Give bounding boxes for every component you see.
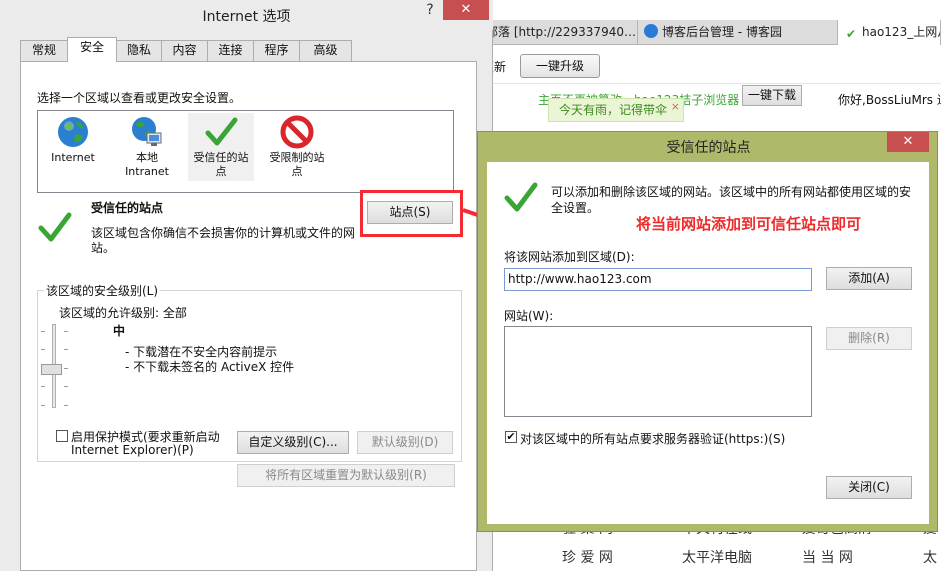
zone-label: Intranet (125, 165, 169, 178)
zone-internet[interactable]: Internet (40, 113, 106, 181)
slider-tick (64, 386, 68, 387)
globe-icon (58, 117, 88, 147)
security-level-legend: 该区域的安全级别(L) (44, 282, 161, 299)
weather-tip-close-icon[interactable]: × (671, 96, 680, 118)
trusted-sites-title[interactable]: 受信任的站点 (478, 137, 939, 157)
zone-label: 本地 (136, 151, 158, 164)
slider-tick (64, 405, 68, 406)
allowed-levels-label: 该区域的允许级别: 全部 (59, 306, 187, 320)
check-mark-icon (504, 182, 538, 212)
browser-tab-hao123[interactable]: ✔ hao123_上网从 (838, 20, 941, 45)
check-mark-icon (205, 117, 238, 146)
internet-options-titlebar[interactable]: Internet 选项 ? ✕ (0, 0, 493, 30)
cnblogs-icon (644, 24, 658, 38)
default-level-button[interactable]: 默认级别(D) (357, 431, 453, 454)
zone-description: 该区域包含你确信不会损害你的计算机或文件的网 (91, 226, 356, 240)
zone-label: 受限制的站 (269, 151, 325, 164)
trusted-sites-dialog: 受信任的站点 ✕ 可以添加和删除该区域的网站。该区域中的所有网站都使用区域的安 … (477, 131, 938, 532)
browser-tab-bar: 部落 [http://229337940… 博客后台管理 - 博客园 ✔ hao1… (480, 20, 941, 45)
reset-all-zones-button[interactable]: 将所有区域重置为默认级别(R) (237, 464, 455, 487)
user-greeting[interactable]: 你好,BossLiuMrs 退 (838, 89, 941, 111)
tab-general[interactable]: 常规 (20, 40, 68, 61)
websites-label: 网站(W): (504, 309, 554, 323)
close-button[interactable]: 关闭(C) (826, 476, 912, 499)
zone-label: 受信任的站 (193, 151, 249, 164)
weather-tip: 今天有雨，记得带伞 × (548, 96, 685, 122)
browser-tab-cnblogs-admin[interactable]: 博客后台管理 - 博客园 (638, 20, 838, 45)
trusted-sites-close-x-button[interactable]: ✕ (887, 132, 929, 152)
level-bullet: - 不下载未签名的 ActiveX 控件 (125, 360, 295, 374)
trusted-sites-description: 可以添加和删除该区域的网站。该区域中的所有网站都使用区域的安 (551, 185, 912, 199)
tab-advanced[interactable]: 高级 (299, 40, 352, 61)
site-link-dangdang[interactable]: 当 当 网 (802, 547, 853, 567)
site-link-tai[interactable]: 太 (923, 547, 937, 567)
slider-tick (64, 331, 68, 332)
zone-local-intranet[interactable]: 本地 Intranet (114, 113, 180, 181)
zone-label: 点 (215, 165, 227, 178)
zone-prompt: 选择一个区域以查看或更改安全设置。 (37, 91, 242, 105)
zone-label: 点 (291, 165, 303, 178)
zone-description: 站。 (91, 241, 116, 255)
slider-tick (41, 349, 45, 350)
security-tab-panel: 选择一个区域以查看或更改安全设置。 Internet 本地 Intranet 受… (20, 61, 477, 571)
site-link-pconline[interactable]: 太平洋电脑 (682, 547, 752, 567)
zone-restricted-sites[interactable]: 受限制的站 点 (264, 113, 330, 181)
custom-level-button[interactable]: 自定义级别(C)... (237, 431, 349, 454)
tab-content[interactable]: 内容 (161, 40, 208, 61)
slider-tick (64, 368, 68, 369)
remove-site-button[interactable]: 删除(R) (826, 327, 912, 350)
browser-tab-blog-group[interactable]: 部落 [http://229337940… (480, 20, 638, 45)
tab-privacy[interactable]: 隐私 (116, 40, 162, 61)
add-site-label: 将该网站添加到区域(D): (504, 250, 635, 264)
add-site-button[interactable]: 添加(A) (826, 267, 912, 290)
slider-tick (41, 331, 45, 332)
selected-zone-title: 受信任的站点 (91, 201, 164, 215)
annotation-instruction: 将当前网站添加到可信任站点即可 (636, 215, 862, 233)
annotation-highlight-box (360, 190, 463, 237)
site-link-zhenai[interactable]: 珍 爱 网 (562, 547, 613, 567)
protected-mode-label: Internet Explorer)(P) (71, 443, 194, 457)
require-https-checkbox[interactable]: ✔ (505, 431, 517, 443)
tab-programs[interactable]: 程序 (253, 40, 300, 61)
trusted-sites-description: 全设置。 (551, 201, 600, 215)
trusted-zone-check-icon (38, 212, 72, 242)
security-level-name: 中 (113, 324, 126, 338)
help-icon[interactable]: ? (420, 2, 440, 22)
zone-label: Internet (51, 151, 95, 164)
slider-tick (64, 349, 68, 350)
one-click-download-button[interactable]: 一键下载 (742, 85, 802, 106)
tab-connections[interactable]: 连接 (207, 40, 254, 61)
intranet-icon (132, 117, 162, 146)
protected-mode-checkbox[interactable] (56, 430, 68, 442)
tab-security[interactable]: 安全 (67, 37, 117, 62)
browser-toolbar: 更新 一键升级 (480, 46, 941, 84)
slider-tick (41, 405, 45, 406)
require-https-label: 对该区域中的所有站点要求服务器验证(https:)(S) (520, 432, 786, 446)
internet-options-close-button[interactable]: ✕ (443, 0, 489, 20)
one-click-upgrade-button[interactable]: 一键升级 (520, 54, 600, 78)
internet-options-dialog: Internet 选项 ? ✕ 常规 安全 隐私 内容 连接 程序 高级 选择一… (0, 0, 493, 571)
zone-list: Internet 本地 Intranet 受信任的站 点 受限制的站 点 (37, 110, 454, 193)
slider-tick (41, 386, 45, 387)
add-site-input[interactable]: http://www.hao123.com (504, 268, 812, 291)
no-entry-icon (280, 115, 314, 149)
zone-trusted-sites[interactable]: 受信任的站 点 (188, 113, 254, 181)
hao123-icon: ✔ (844, 27, 858, 41)
security-level-slider-thumb[interactable] (41, 364, 62, 375)
websites-list[interactable] (504, 326, 812, 417)
